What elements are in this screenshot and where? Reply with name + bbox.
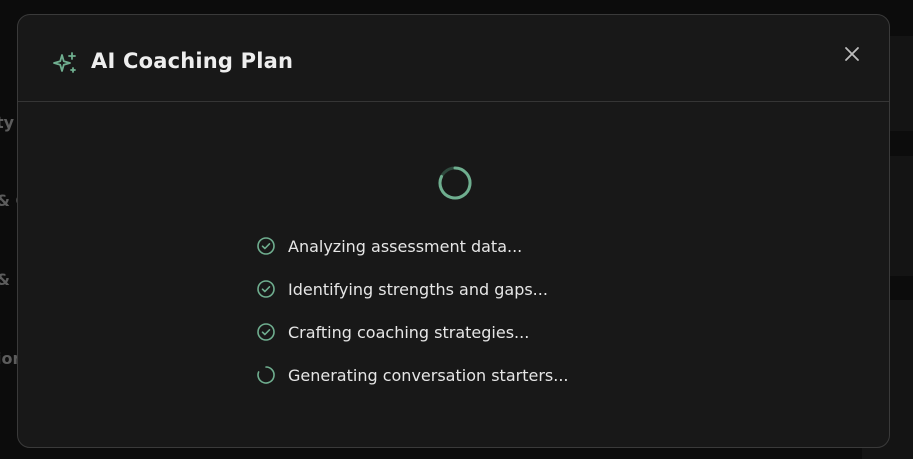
progress-step: Identifying strengths and gaps... — [256, 277, 548, 301]
step-label: Analyzing assessment data... — [288, 236, 523, 256]
progress-step: Generating conversation starters... — [256, 363, 568, 387]
close-icon[interactable] — [841, 43, 863, 65]
progress-step: Analyzing assessment data... — [256, 234, 522, 258]
background-text: & — [0, 270, 10, 289]
dialog-title: AI Coaching Plan — [91, 49, 294, 73]
check-circle-icon — [256, 236, 276, 256]
check-circle-icon — [256, 279, 276, 299]
background-text: ty — [0, 113, 15, 132]
step-label: Crafting coaching strategies... — [288, 322, 530, 342]
loading-spinner-icon — [256, 365, 276, 385]
step-label: Identifying strengths and gaps... — [288, 279, 548, 299]
loading-spinner-icon — [437, 165, 473, 201]
sparkles-icon — [52, 51, 78, 77]
progress-step: Crafting coaching strategies... — [256, 320, 529, 344]
coaching-plan-dialog: AI Coaching Plan Analyzing assessment da… — [17, 14, 890, 448]
step-label: Generating conversation starters... — [288, 365, 569, 385]
check-circle-icon — [256, 322, 276, 342]
dialog-header: AI Coaching Plan — [18, 15, 889, 102]
